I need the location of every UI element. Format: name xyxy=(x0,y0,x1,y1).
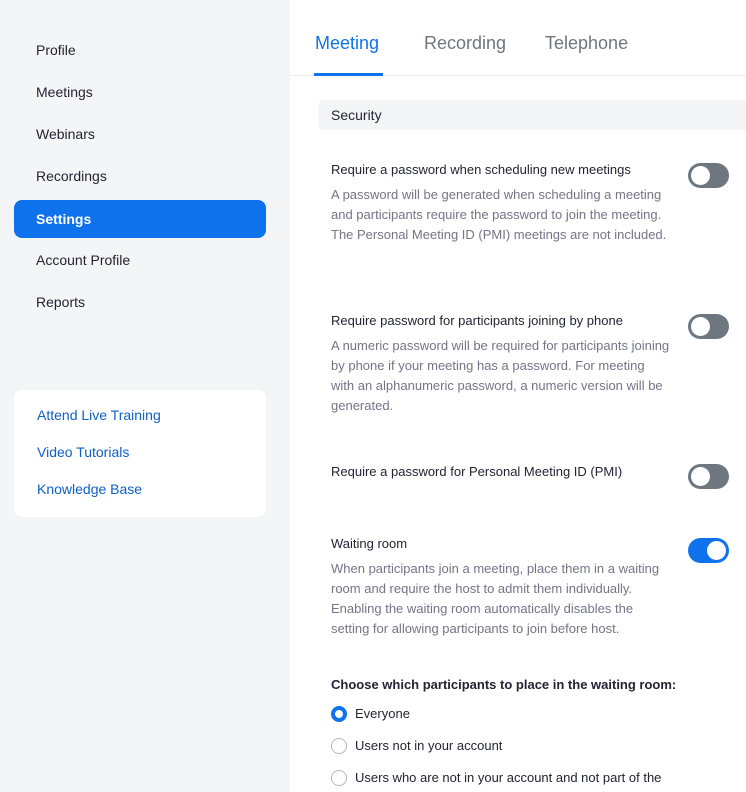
setting-description-require-password-phone: A numeric password will be required for … xyxy=(331,338,670,413)
setting-description-require-password-scheduling: A password will be generated when schedu… xyxy=(331,187,667,242)
setting-title-require-password-phone: Require password for participants joinin… xyxy=(331,313,623,328)
help-links-panel: Attend Live Training Video Tutorials Kno… xyxy=(14,390,266,517)
toggle-knob xyxy=(691,467,710,486)
setting-title-require-password-scheduling: Require a password when scheduling new m… xyxy=(331,162,631,177)
toggle-knob xyxy=(691,317,710,336)
video-tutorials-link[interactable]: Video Tutorials xyxy=(37,444,129,460)
toggle-knob xyxy=(707,541,726,560)
sidebar-item-profile[interactable]: Profile xyxy=(14,31,266,69)
sidebar-item-recordings[interactable]: Recordings xyxy=(14,157,266,195)
sidebar: Profile Meetings Webinars Recordings Set… xyxy=(0,0,290,792)
settings-tabs: Meeting Recording Telephone xyxy=(290,0,746,76)
attend-live-training-link[interactable]: Attend Live Training xyxy=(37,407,161,423)
toggle-require-password-pmi[interactable] xyxy=(688,464,729,489)
sidebar-item-account-profile[interactable]: Account Profile xyxy=(14,241,266,279)
setting-title-require-password-pmi: Require a password for Personal Meeting … xyxy=(331,464,623,479)
sidebar-item-meetings[interactable]: Meetings xyxy=(14,73,266,111)
toggle-waiting-room[interactable] xyxy=(688,538,729,563)
section-header-security: Security xyxy=(318,100,746,130)
settings-main: Meeting Recording Telephone Security Req… xyxy=(290,0,746,792)
tab-meeting[interactable]: Meeting xyxy=(315,33,379,54)
setting-description-waiting-room: When participants join a meeting, place … xyxy=(331,561,660,636)
toggle-knob xyxy=(691,166,710,185)
toggle-require-password-phone[interactable] xyxy=(688,314,729,339)
knowledge-base-link[interactable]: Knowledge Base xyxy=(37,481,142,497)
radio-button-selected[interactable] xyxy=(331,706,347,722)
toggle-require-password-scheduling[interactable] xyxy=(688,163,729,188)
active-tab-indicator xyxy=(314,73,383,76)
setting-title-waiting-room: Waiting room xyxy=(331,536,408,551)
radio-button[interactable] xyxy=(331,738,347,754)
waiting-room-question: Choose which participants to place in th… xyxy=(331,677,677,692)
radio-label-users-not-in-account: Users not in your account xyxy=(355,738,503,753)
sidebar-item-webinars[interactable]: Webinars xyxy=(14,115,266,153)
sidebar-item-settings[interactable]: Settings xyxy=(14,200,266,238)
tab-telephone[interactable]: Telephone xyxy=(545,33,628,54)
sidebar-item-reports[interactable]: Reports xyxy=(14,283,266,321)
radio-label-everyone: Everyone xyxy=(355,706,410,721)
tab-recording[interactable]: Recording xyxy=(424,33,506,54)
radio-label-users-not-in-account-not-part: Users who are not in your account and no… xyxy=(355,770,662,785)
radio-button[interactable] xyxy=(331,770,347,786)
